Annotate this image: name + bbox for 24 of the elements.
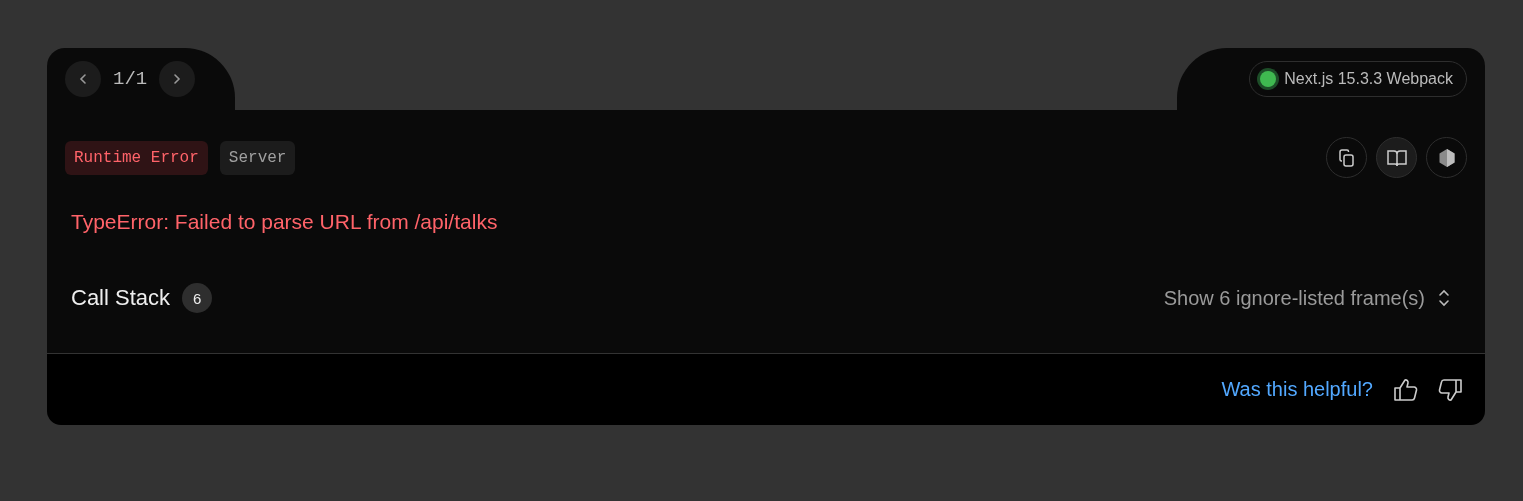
chevron-left-icon <box>77 73 89 85</box>
thumbs-up-icon <box>1393 377 1419 402</box>
book-icon <box>1385 147 1408 168</box>
feedback-question: Was this helpful? <box>1221 378 1373 401</box>
copy-icon <box>1336 147 1357 168</box>
up-down-chevron-icon <box>1437 288 1451 308</box>
copy-button[interactable] <box>1326 137 1367 178</box>
docs-button[interactable] <box>1376 137 1417 178</box>
thumbs-down-icon <box>1437 377 1463 402</box>
previous-button[interactable] <box>65 61 101 97</box>
hexagon-icon <box>1437 147 1456 168</box>
node-button[interactable] <box>1426 137 1467 178</box>
show-frames-button[interactable]: Show 6 ignore-listed frame(s) <box>1163 286 1467 310</box>
error-message: TypeError: Failed to parse URL from /api/talks <box>71 210 499 234</box>
version-badge[interactable]: Next.js 15.3.3 Webpack <box>1249 61 1467 97</box>
call-stack-title: Call Stack <box>71 285 171 311</box>
thumbs-down-button[interactable] <box>1437 377 1463 402</box>
page-counter: 1/1 <box>113 68 148 90</box>
frame-count: 6 <box>182 283 213 313</box>
next-button[interactable] <box>159 61 196 97</box>
error-type-label: Runtime Error <box>65 140 208 175</box>
version-label: Next.js 15.3.3 Webpack <box>1284 70 1453 88</box>
environment-label: Server <box>219 140 296 175</box>
thumbs-up-button[interactable] <box>1393 377 1419 402</box>
